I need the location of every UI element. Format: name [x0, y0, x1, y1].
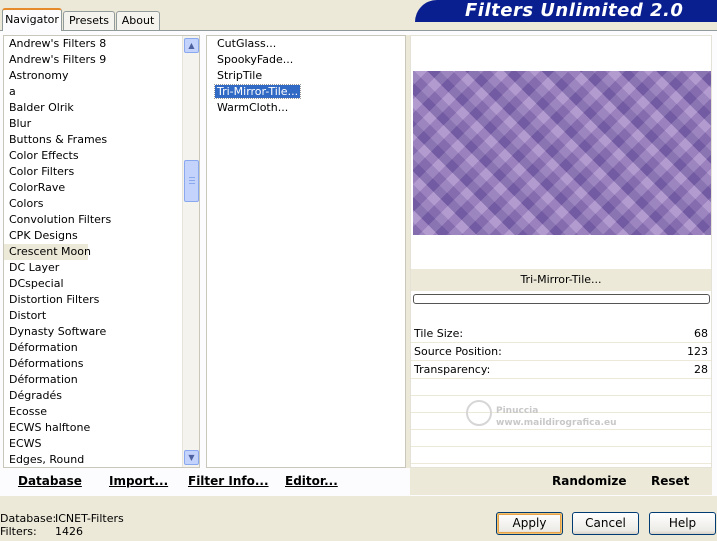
- status-database-label: Database:: [0, 512, 57, 525]
- parameter-value: 123: [687, 345, 708, 358]
- category-item[interactable]: Edges, Round: [4, 452, 182, 467]
- parameter-slot-empty: [411, 430, 711, 447]
- filter-item-label: Tri-Mirror-Tile...: [213, 84, 302, 99]
- help-button[interactable]: Help: [649, 512, 716, 535]
- reset-button[interactable]: Reset: [651, 474, 689, 488]
- filter-info-button[interactable]: Filter Info...: [188, 474, 269, 488]
- progress-bar: [413, 294, 710, 304]
- filter-list[interactable]: CutGlass... SpookyFade... StripTile Tri-Mir…: [206, 35, 406, 468]
- status-info: Database: ICNET-Filters Filters: 1426: [0, 512, 200, 538]
- category-item[interactable]: Buttons & Frames: [4, 132, 182, 148]
- category-item[interactable]: Ecosse: [4, 404, 182, 420]
- parameter-list: Tile Size: 68 Source Position: 123 Transpare…: [411, 325, 711, 464]
- category-item[interactable]: Color Filters: [4, 164, 182, 180]
- category-item[interactable]: Dégradés: [4, 388, 182, 404]
- cancel-button[interactable]: Cancel: [572, 512, 639, 535]
- tab-about[interactable]: About: [116, 11, 160, 30]
- category-item[interactable]: a: [4, 84, 182, 100]
- category-items: Andrew's Filters 8 Andrew's Filters 9 Astr…: [4, 36, 182, 467]
- tab-strip: Navigator Presets About: [2, 8, 162, 31]
- parameter-slider[interactable]: Source Position: 123: [411, 343, 711, 361]
- category-item[interactable]: Déformation: [4, 372, 182, 388]
- import-button[interactable]: Import...: [109, 474, 168, 488]
- parameter-slider[interactable]: Transparency: 28: [411, 361, 711, 379]
- category-item[interactable]: Andrew's Filters 9: [4, 52, 182, 68]
- filter-item[interactable]: CutGlass...: [207, 36, 405, 52]
- filter-item[interactable]: WarmCloth...: [207, 100, 405, 116]
- parameter-value: 28: [694, 363, 708, 376]
- category-item[interactable]: Balder Olrik: [4, 100, 182, 116]
- watermark-line2: www.maildirografica.eu: [496, 418, 617, 428]
- filter-item[interactable]: StripTile: [207, 68, 405, 84]
- category-item[interactable]: ColorRave: [4, 180, 182, 196]
- parameter-label: Tile Size:: [414, 327, 464, 340]
- category-item[interactable]: Distortion Filters: [4, 292, 182, 308]
- status-filters-value: 1426: [55, 525, 83, 538]
- filter-item-label: SpookyFade...: [217, 53, 294, 66]
- category-item[interactable]: Déformations: [4, 356, 182, 372]
- filter-item-label: StripTile: [217, 69, 263, 82]
- filter-preview-image: [413, 71, 711, 235]
- category-item[interactable]: ECWS halftone: [4, 420, 182, 436]
- category-scrollbar[interactable]: ▲ ▼: [182, 36, 199, 467]
- category-item[interactable]: Astronomy: [4, 68, 182, 84]
- watermark-line1: Pinuccia: [496, 406, 539, 416]
- category-item[interactable]: Color Effects: [4, 148, 182, 164]
- app-logo: Filters Unlimited 2.0: [415, 0, 717, 22]
- category-item[interactable]: Dynasty Software: [4, 324, 182, 340]
- scroll-thumb[interactable]: [184, 160, 199, 202]
- filter-item-label: CutGlass...: [217, 37, 277, 50]
- category-item[interactable]: DC Layer: [4, 260, 182, 276]
- status-database-value: ICNET-Filters: [55, 512, 124, 525]
- category-item[interactable]: Blur: [4, 116, 182, 132]
- preview-filter-name: Tri-Mirror-Tile...: [411, 269, 711, 291]
- category-item[interactable]: Convolution Filters: [4, 212, 182, 228]
- parameter-label: Source Position:: [414, 345, 502, 358]
- app-title: Filters Unlimited 2.0: [465, 0, 684, 21]
- watermark-logo: [466, 400, 492, 426]
- category-item[interactable]: CPK Designs: [4, 228, 182, 244]
- parameter-slot-empty: [411, 447, 711, 464]
- status-filters-label: Filters:: [0, 525, 37, 538]
- parameter-value: 68: [694, 327, 708, 340]
- scroll-down-button[interactable]: ▼: [184, 450, 199, 465]
- tab-navigator[interactable]: Navigator: [2, 8, 62, 31]
- scroll-up-button[interactable]: ▲: [184, 38, 199, 53]
- filter-item-label: WarmCloth...: [217, 101, 289, 114]
- category-item[interactable]: Colors: [4, 196, 182, 212]
- parameter-label: Transparency:: [414, 363, 491, 376]
- randomize-button[interactable]: Randomize: [552, 474, 626, 488]
- database-button[interactable]: Database: [18, 474, 82, 488]
- category-item[interactable]: Distort: [4, 308, 182, 324]
- category-item[interactable]: Déformation: [4, 340, 182, 356]
- parameter-slot-empty: [411, 396, 711, 413]
- filter-item[interactable]: Tri-Mirror-Tile...: [207, 84, 405, 100]
- category-item[interactable]: Crescent Moon: [4, 244, 91, 260]
- tab-presets[interactable]: Presets: [63, 11, 115, 30]
- preview-panel: Tri-Mirror-Tile... Tile Size: 68 Source Po…: [410, 35, 712, 468]
- category-item[interactable]: ECWS: [4, 436, 182, 452]
- category-item[interactable]: Andrew's Filters 8: [4, 36, 182, 52]
- category-item[interactable]: DCspecial: [4, 276, 182, 292]
- filter-item[interactable]: SpookyFade...: [207, 52, 405, 68]
- parameter-slot-empty: [411, 379, 711, 396]
- parameter-slider[interactable]: Tile Size: 68: [411, 325, 711, 343]
- category-list[interactable]: Andrew's Filters 8 Andrew's Filters 9 Astr…: [3, 35, 200, 468]
- editor-button[interactable]: Editor...: [285, 474, 338, 488]
- apply-button[interactable]: Apply: [496, 512, 563, 535]
